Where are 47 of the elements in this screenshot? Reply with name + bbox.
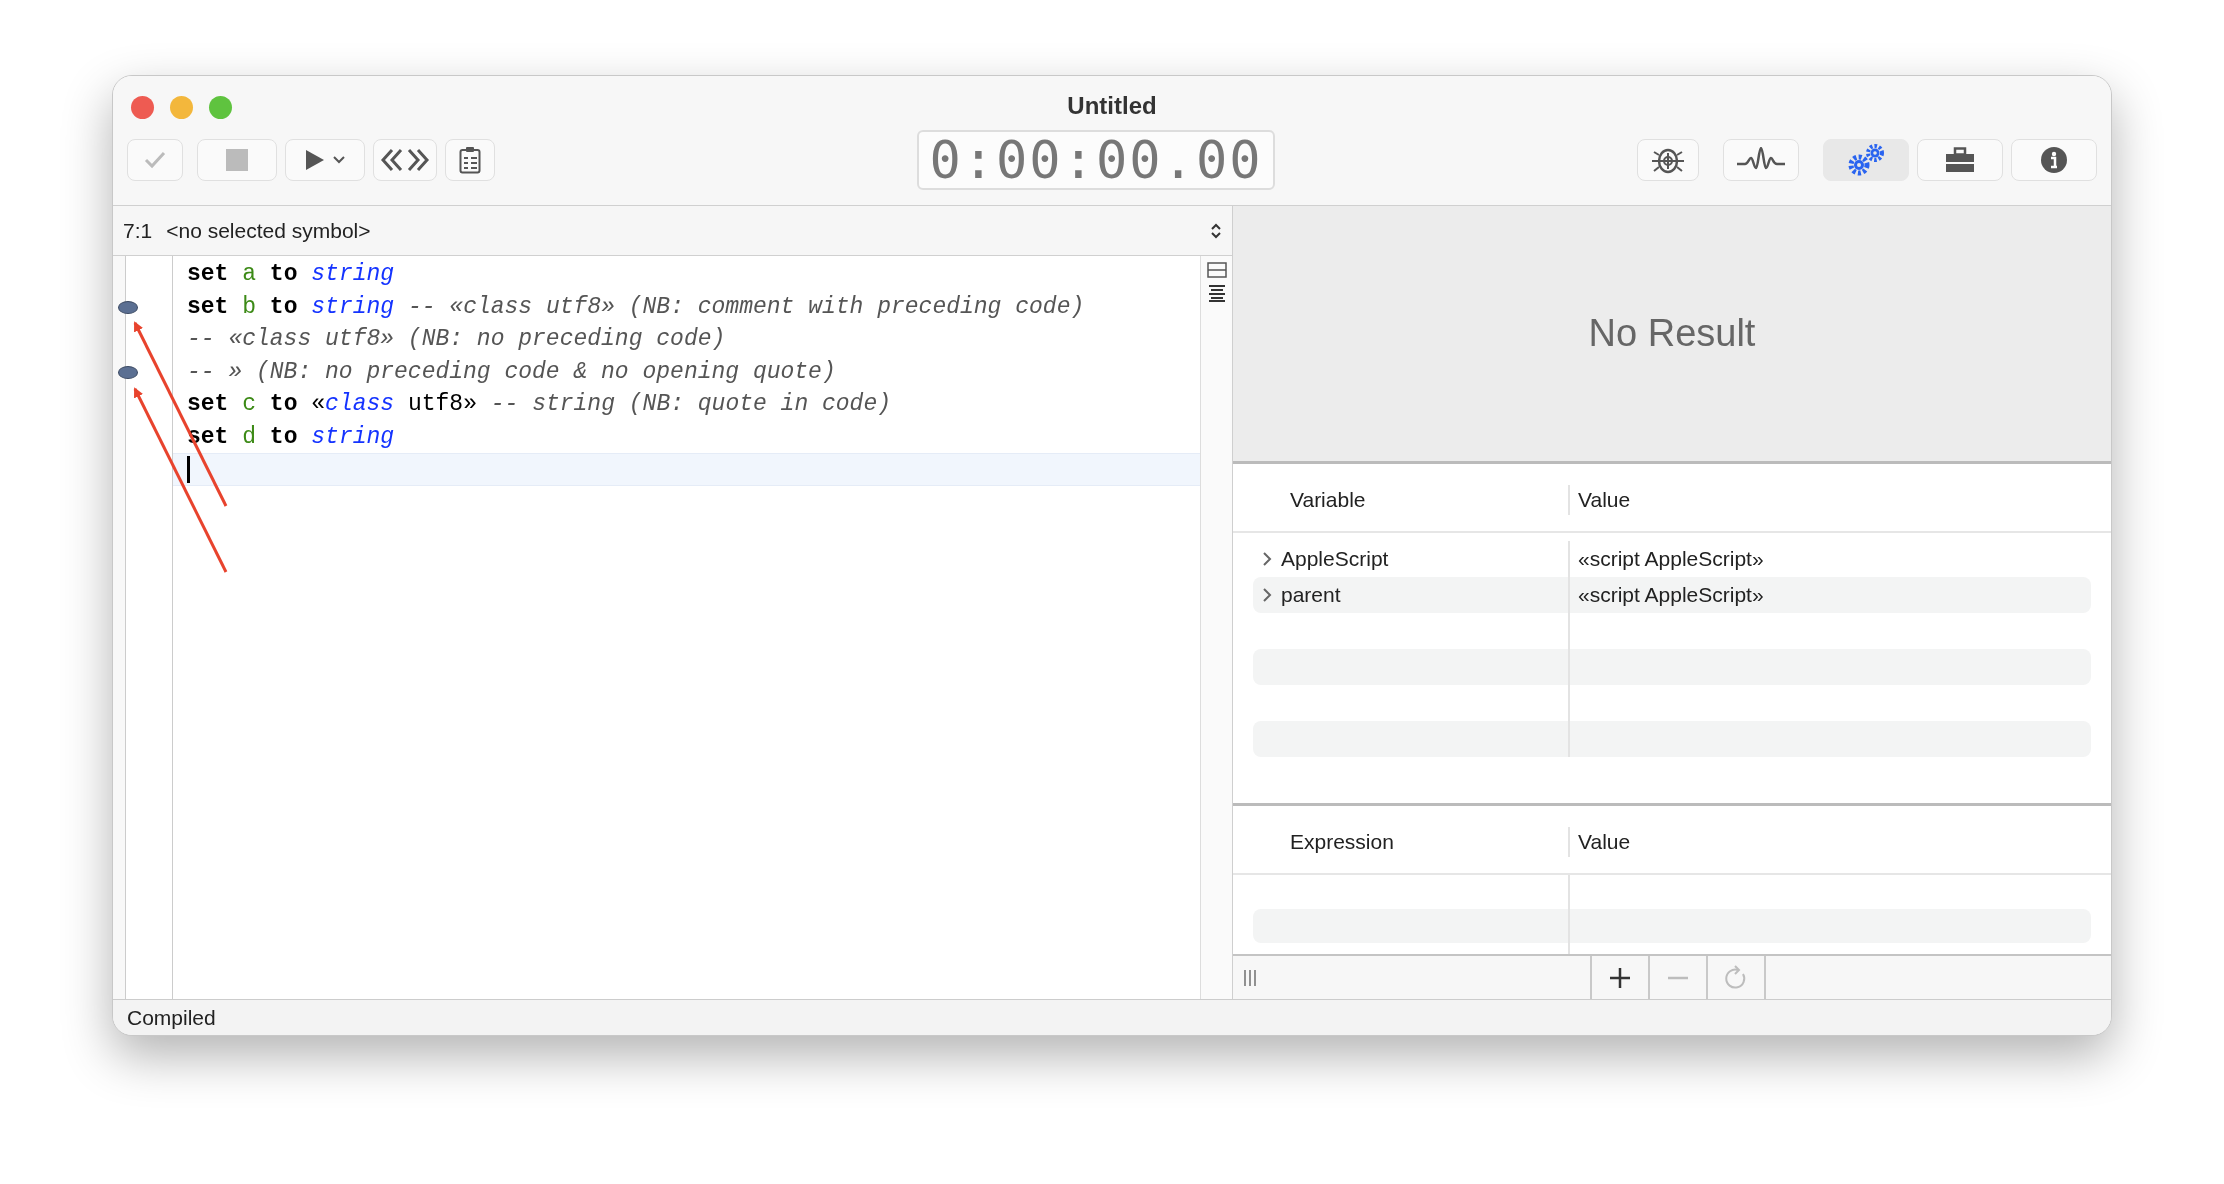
status-text: Compiled: [127, 1004, 216, 1031]
minus-icon: [1667, 975, 1689, 980]
variable-value: «script AppleScript»: [1578, 582, 1764, 609]
code-line: set b to string -- «class utf8» (NB: comment with preceding code): [187, 293, 1085, 320]
lines-icon[interactable]: [1206, 284, 1227, 302]
stop-icon: [226, 149, 248, 171]
window-title: Untitled: [1067, 92, 1157, 119]
code-line: set c to «class utf8» -- string (NB: quote in code): [187, 391, 891, 417]
briefcase-icon: [1945, 147, 1975, 173]
log-button[interactable]: [1723, 139, 1799, 181]
column-header: Value: [1578, 829, 1631, 853]
run-button[interactable]: [285, 139, 365, 181]
variable-name: parent: [1281, 582, 1341, 609]
info-button[interactable]: [2011, 139, 2097, 181]
expand-chevron-icon[interactable]: [1261, 551, 1273, 567]
checkmark-icon: [143, 150, 167, 170]
cursor-position: 7:1: [123, 217, 153, 244]
bundle-button[interactable]: [1917, 139, 2003, 181]
close-button[interactable]: [131, 96, 154, 119]
result-text: No Result: [1588, 311, 1756, 356]
expand-chevron-icon[interactable]: [1261, 587, 1273, 603]
column-handle-icon[interactable]: [1243, 968, 1257, 987]
code-line: set a to string: [187, 261, 395, 287]
clipboard-button[interactable]: [445, 139, 495, 181]
timer-display: 0:00:00.00: [917, 130, 1275, 190]
column-header: Expression: [1290, 829, 1394, 853]
format-button[interactable]: [373, 139, 437, 181]
code-line: -- «class utf8» (NB: no preceding code): [187, 326, 726, 352]
debugger-button[interactable]: [1637, 139, 1699, 181]
info-icon: [2040, 146, 2068, 174]
plus-icon: [1609, 966, 1631, 989]
play-icon: [305, 149, 325, 171]
column-header: Variable: [1290, 487, 1366, 511]
column-header: Value: [1578, 487, 1631, 511]
split-view-icon[interactable]: [1206, 262, 1227, 278]
variable-value: «script AppleScript»: [1578, 546, 1764, 573]
gears-icon: [1846, 143, 1886, 177]
library-button[interactable]: [1823, 139, 1909, 181]
code-line: -- » (NB: no preceding code & no opening quote): [187, 358, 836, 385]
refresh-icon: [1724, 964, 1748, 991]
caret-icon: [333, 156, 345, 164]
clipboard-icon: [459, 146, 481, 174]
variable-name: AppleScript: [1281, 546, 1389, 573]
symbol-popup[interactable]: <no selected symbol>: [166, 214, 1196, 247]
popup-chevron-icon[interactable]: [1210, 221, 1222, 240]
chevrons-icon: [380, 148, 430, 172]
text-cursor: [187, 456, 190, 484]
